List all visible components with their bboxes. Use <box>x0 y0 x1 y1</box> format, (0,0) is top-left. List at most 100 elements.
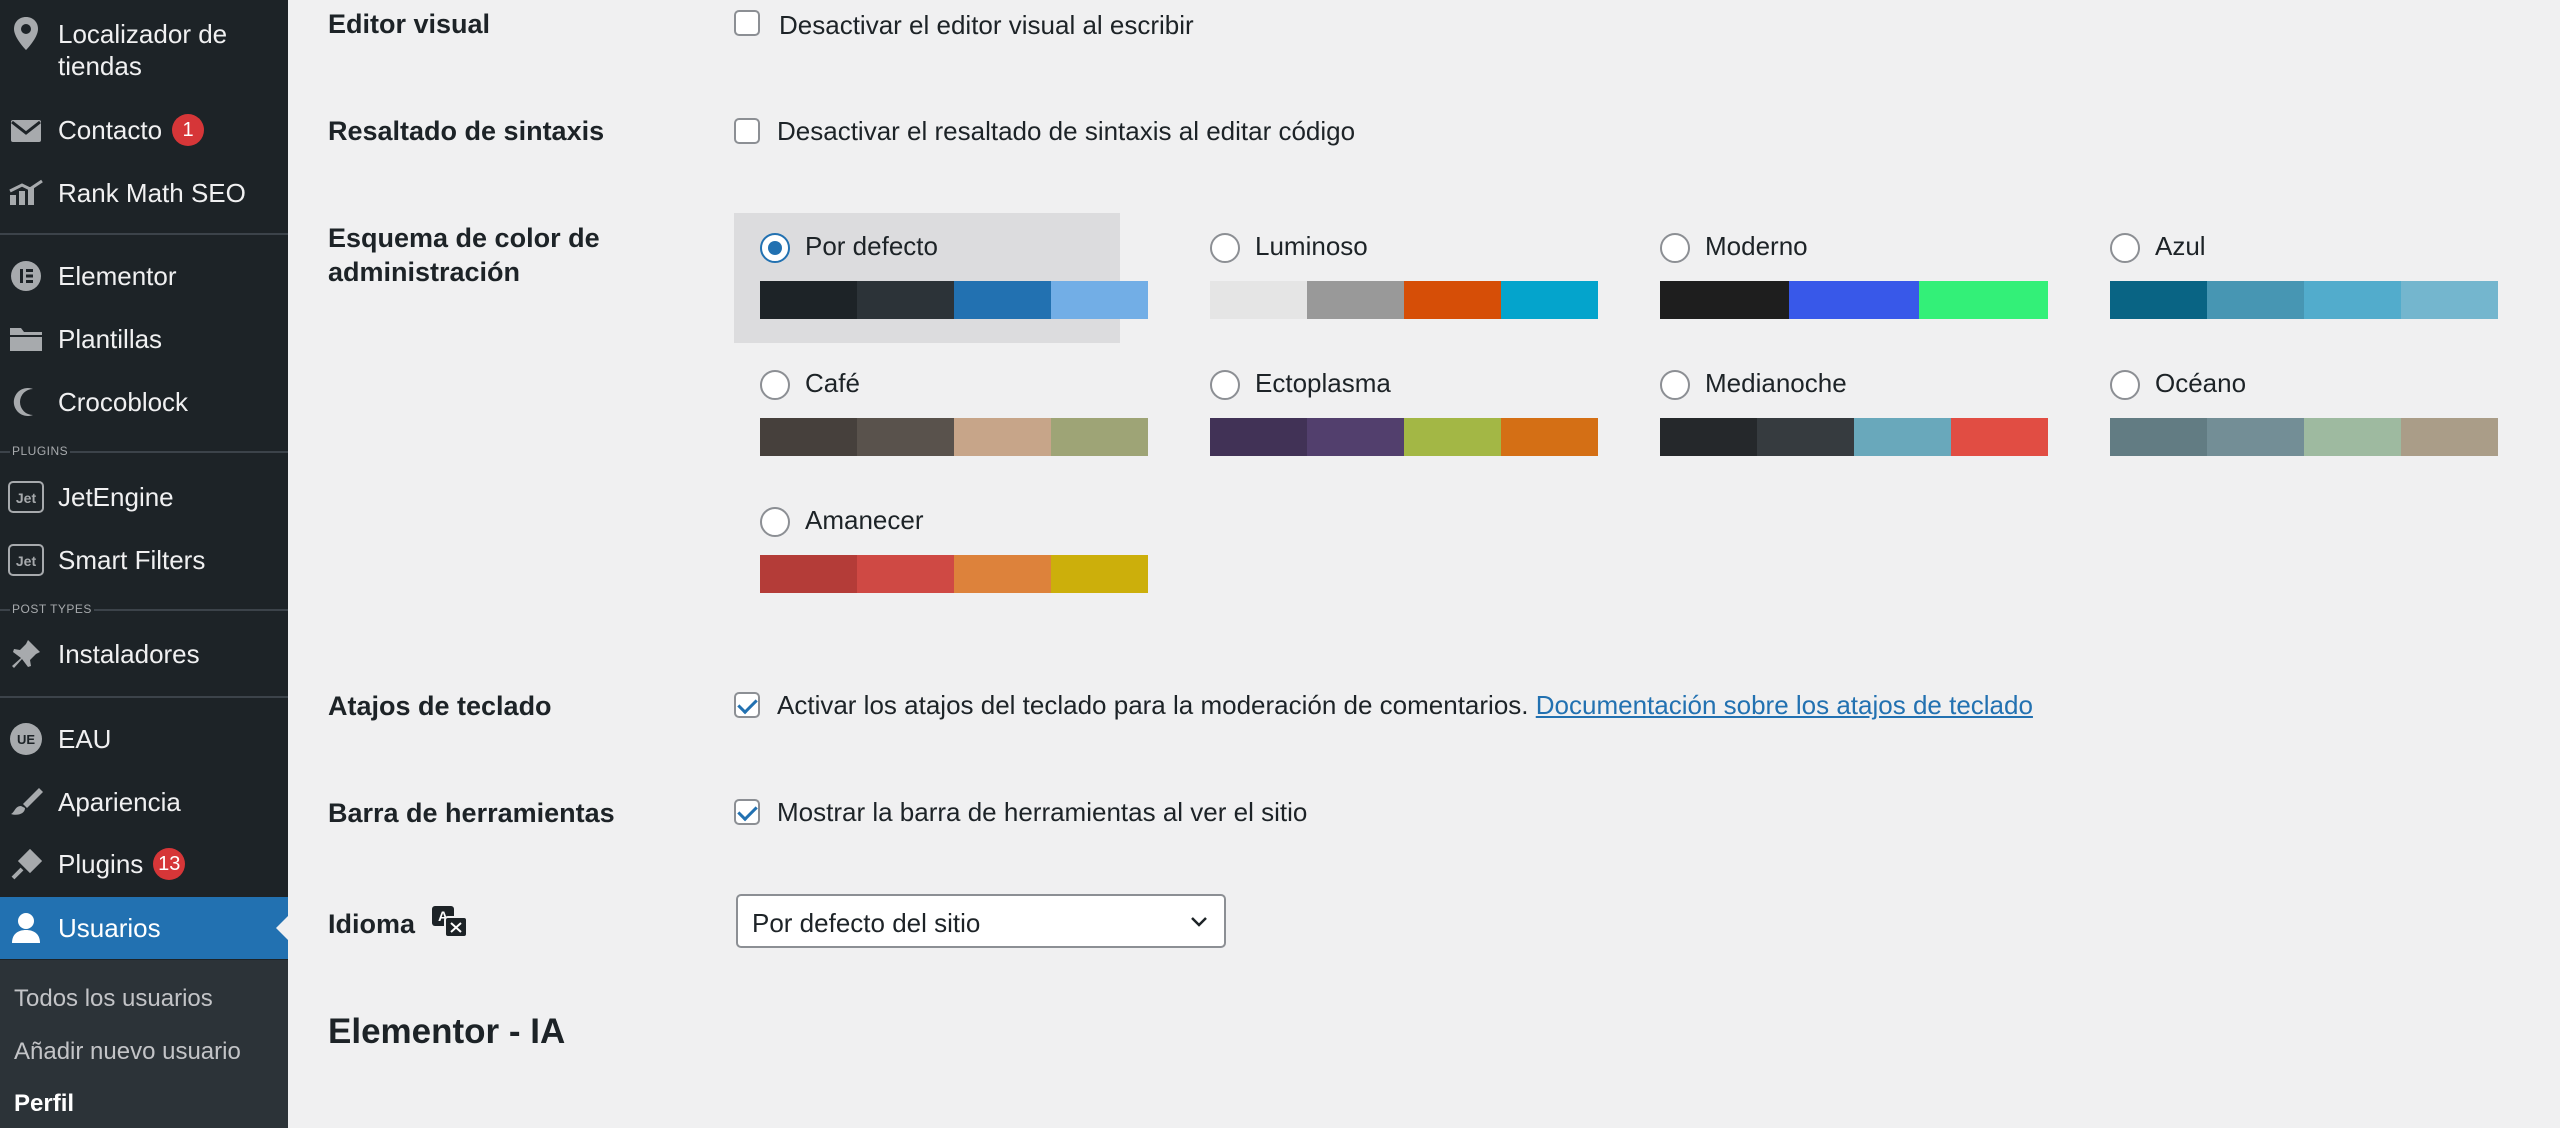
menu-label-rank-math: Rank Math SEO <box>58 178 246 208</box>
color-scheme-option[interactable]: Moderno <box>1634 213 2048 343</box>
language-select[interactable]: Por defecto del sitio <box>736 894 1226 948</box>
color-scheme-radio[interactable] <box>2110 233 2140 263</box>
keyboard-shortcuts-doc-link[interactable]: Documentación sobre los atajos de teclad… <box>1536 690 2033 720</box>
color-scheme-option[interactable]: Océano <box>2084 350 2498 480</box>
menu-label-plugins: Plugins <box>58 848 144 879</box>
color-scheme-radio[interactable] <box>1660 370 1690 400</box>
color-swatches <box>1660 281 2048 319</box>
color-scheme-option[interactable]: Azul <box>2084 213 2498 343</box>
menu-item-eau[interactable]: UE EAU <box>0 708 288 770</box>
color-swatch <box>1307 281 1404 319</box>
visual-editor-checkbox[interactable] <box>734 10 760 36</box>
color-swatch <box>2207 418 2304 456</box>
color-scheme-name: Café <box>805 368 860 398</box>
menu-item-plantillas[interactable]: Plantillas <box>0 308 288 370</box>
brush-icon <box>6 782 46 822</box>
color-swatch <box>1918 281 2048 319</box>
color-swatch <box>760 281 857 319</box>
color-scheme-option[interactable]: Ectoplasma <box>1184 350 1598 480</box>
section-label-post-types: POST TYPES <box>10 602 94 616</box>
mail-icon <box>6 111 46 151</box>
color-scheme-radio[interactable] <box>1210 370 1240 400</box>
admin-sidebar: Localizador de tiendas Contacto 1 Rank Ma… <box>0 0 288 1128</box>
language-label: Idioma <box>328 909 416 940</box>
elementor-icon <box>6 256 46 296</box>
color-scheme-label: Esquema de color de administración <box>328 223 600 287</box>
color-scheme-option[interactable]: Café <box>734 350 1148 480</box>
submenu-item-perfil[interactable]: Perfil <box>14 1090 74 1118</box>
menu-item-localizador[interactable]: Localizador de tiendas <box>0 4 288 96</box>
color-swatch <box>1051 555 1148 593</box>
menu-item-jetengine[interactable]: Jet JetEngine <box>0 466 288 528</box>
menu-item-crocoblock[interactable]: Crocoblock <box>0 371 288 433</box>
color-swatch <box>1501 281 1598 319</box>
menu-label-plantillas: Plantillas <box>58 324 163 354</box>
color-swatch <box>2110 281 2207 319</box>
color-swatch <box>857 281 954 319</box>
color-scheme-radio[interactable] <box>760 233 790 263</box>
menu-label-smart-filters: Smart Filters <box>58 545 206 575</box>
color-swatch <box>2304 418 2401 456</box>
color-scheme-option[interactable]: Amanecer <box>734 487 1148 617</box>
keyboard-shortcuts-checkbox[interactable] <box>734 692 760 718</box>
menu-item-plugins[interactable]: Plugins 13 <box>0 834 288 896</box>
toolbar-option: Mostrar la barra de herramientas al ver … <box>777 797 1308 827</box>
color-scheme-radio[interactable] <box>760 370 790 400</box>
color-swatch <box>857 418 954 456</box>
color-swatch <box>760 555 857 593</box>
color-scheme-radio[interactable] <box>1660 233 1690 263</box>
color-swatches <box>1660 418 2048 456</box>
syntax-label: Resaltado de sintaxis <box>328 116 605 146</box>
keyboard-shortcuts-option: Activar los atajos del teclado para la m… <box>777 690 1529 720</box>
menu-item-contacto[interactable]: Contacto 1 <box>0 100 288 162</box>
menu-item-instaladores[interactable]: Instaladores <box>0 623 288 685</box>
menu-label-jetengine: JetEngine <box>58 482 174 512</box>
color-swatch <box>1307 418 1404 456</box>
color-scheme-option[interactable]: Luminoso <box>1184 213 1598 343</box>
color-scheme-radio[interactable] <box>760 507 790 537</box>
menu-label-contacto: Contacto <box>58 114 163 145</box>
color-scheme-name: Azul <box>2155 231 2206 261</box>
toolbar-checkbox[interactable] <box>734 799 760 825</box>
color-scheme-option[interactable]: Medianoche <box>1634 350 2048 480</box>
color-swatch <box>1660 418 1757 456</box>
color-swatch <box>857 555 954 593</box>
color-swatch <box>1051 281 1148 319</box>
color-swatch <box>2401 281 2498 319</box>
color-swatch <box>2207 281 2304 319</box>
eau-icon: UE <box>6 719 46 759</box>
color-swatch <box>954 555 1051 593</box>
color-scheme-radio[interactable] <box>2110 370 2140 400</box>
color-scheme-name: Amanecer <box>805 505 924 535</box>
menu-item-usuarios[interactable]: Usuarios <box>0 897 288 959</box>
submenu-item-anadir-usuario[interactable]: Añadir nuevo usuario <box>14 1038 241 1066</box>
color-swatches <box>2110 281 2498 319</box>
plug-icon <box>6 845 46 885</box>
color-scheme-name: Moderno <box>1705 231 1808 261</box>
menu-item-smart-filters[interactable]: Jet Smart Filters <box>0 529 288 591</box>
menu-item-elementor[interactable]: Elementor <box>0 245 288 307</box>
color-scheme-name: Por defecto <box>805 231 938 261</box>
syntax-checkbox[interactable] <box>734 118 760 144</box>
pin-icon <box>6 634 46 674</box>
chevron-down-icon <box>1188 910 1210 937</box>
color-swatch <box>1210 418 1307 456</box>
menu-item-apariencia[interactable]: Apariencia <box>0 771 288 833</box>
color-swatch <box>1789 281 1919 319</box>
toolbar-label: Barra de herramientas <box>328 798 615 828</box>
crocoblock-icon <box>6 382 46 422</box>
color-swatches <box>1210 281 1598 319</box>
menu-label-usuarios: Usuarios <box>58 913 161 943</box>
menu-item-rank-math[interactable]: Rank Math SEO <box>0 162 288 224</box>
color-scheme-radio[interactable] <box>1210 233 1240 263</box>
menu-label-crocoblock: Crocoblock <box>58 387 189 417</box>
color-swatches <box>2110 418 2498 456</box>
section-label-plugins: PLUGINS <box>10 444 71 458</box>
color-swatch <box>954 418 1051 456</box>
color-scheme-name: Luminoso <box>1255 231 1368 261</box>
submenu-item-todos-usuarios[interactable]: Todos los usuarios <box>14 985 213 1013</box>
menu-label-elementor: Elementor <box>58 261 177 291</box>
color-scheme-option[interactable]: Por defecto <box>734 213 1148 343</box>
color-swatches <box>760 555 1148 593</box>
translate-icon: A <box>431 905 469 947</box>
